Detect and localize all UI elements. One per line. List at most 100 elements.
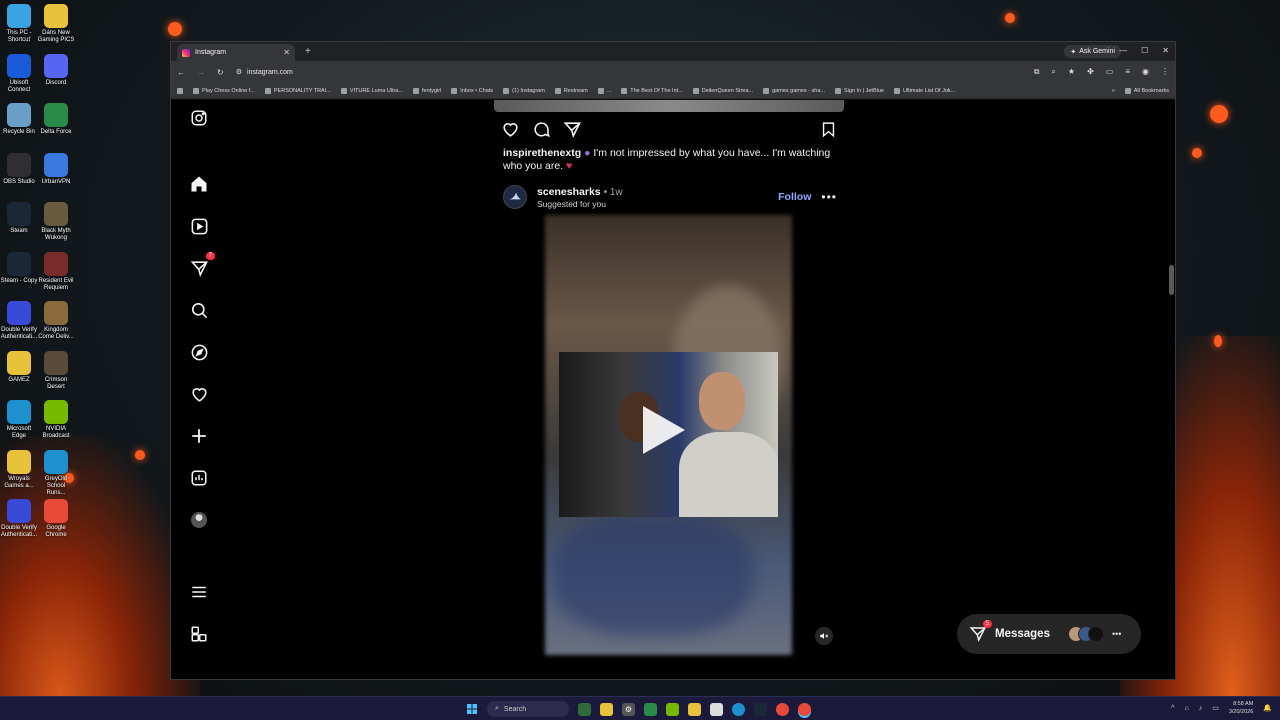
- desktop-icon[interactable]: Wroyals Games a...: [0, 449, 38, 490]
- bookmark-item[interactable]: games games - sha...: [763, 87, 825, 94]
- bookmark-item[interactable]: Restream: [554, 87, 588, 94]
- battery-icon[interactable]: ▭: [1212, 704, 1219, 712]
- direct-messages-icon[interactable]: 7: [189, 252, 215, 278]
- desktop-icon[interactable]: Kingdom Come Deliv...: [37, 301, 75, 341]
- bookmark-item[interactable]: Ultimate List Of Jok...: [893, 87, 955, 94]
- hamburger-menu-icon[interactable]: [189, 582, 209, 602]
- game-icon[interactable]: [644, 702, 657, 716]
- share-icon[interactable]: [563, 120, 582, 144]
- heart-icon[interactable]: [189, 384, 209, 404]
- windows-start-icon[interactable]: [465, 703, 478, 716]
- bookmark-item[interactable]: Play Chess Online f...: [193, 87, 255, 94]
- desktop-icon[interactable]: Microsoft Edge: [0, 400, 38, 440]
- notification-icon[interactable]: 🔔: [1263, 704, 1272, 712]
- bookmark-item[interactable]: Sign In | JetBlue: [835, 87, 884, 94]
- desktop-icon[interactable]: Black Myth Wukong: [37, 202, 75, 242]
- customize-icon[interactable]: ≡: [1125, 67, 1130, 77]
- desktop-icon[interactable]: Recycle Bin: [0, 103, 38, 136]
- desktop-icon[interactable]: GreyOld School Runs...: [37, 449, 75, 497]
- desktop-icon[interactable]: Delta Force: [37, 103, 75, 136]
- address-bar[interactable]: ⚙ instagram.com: [236, 68, 293, 77]
- bookmark-item[interactable]: VITURE Luma Ultra...: [340, 87, 403, 94]
- tab-instagram[interactable]: Instagram ✕: [177, 44, 295, 61]
- desktop-icon[interactable]: Discord: [37, 53, 75, 87]
- like-heart-icon[interactable]: [501, 120, 520, 144]
- messages-button[interactable]: 5 Messages •••: [957, 614, 1141, 654]
- scrollbar[interactable]: [1169, 265, 1174, 295]
- search-icon[interactable]: [189, 300, 209, 320]
- home-icon[interactable]: [189, 174, 209, 194]
- tab-close-icon[interactable]: ✕: [283, 48, 290, 57]
- side-panel-icon[interactable]: ▭: [1106, 67, 1114, 77]
- clock[interactable]: 8:58 AM 3/20/2026: [1229, 700, 1253, 716]
- chrome-active-icon[interactable]: [798, 702, 811, 716]
- new-tab-button[interactable]: +: [305, 46, 311, 57]
- volume-icon[interactable]: ♪: [1199, 705, 1203, 712]
- create-plus-icon[interactable]: [189, 426, 209, 446]
- back-icon[interactable]: ←: [177, 68, 185, 77]
- store-icon[interactable]: [710, 702, 723, 716]
- mute-icon[interactable]: [815, 627, 833, 645]
- messages-more-icon[interactable]: •••: [1112, 629, 1121, 639]
- network-icon[interactable]: ⌂: [1184, 705, 1188, 712]
- desktop-icon[interactable]: Double Verify Authenticati...: [0, 499, 38, 539]
- desktop-icon[interactable]: Dans New Gaming PICS: [37, 4, 75, 44]
- nvidia-icon[interactable]: [666, 702, 679, 716]
- forward-icon[interactable]: →: [197, 68, 205, 77]
- zoom-icon[interactable]: ⌕: [1051, 67, 1055, 77]
- explore-icon[interactable]: [189, 342, 209, 362]
- all-bookmarks-button[interactable]: All Bookmarks: [1124, 87, 1169, 94]
- desktop-icon[interactable]: Double Verify Authenticati...: [0, 301, 38, 341]
- task-view-icon[interactable]: [600, 702, 613, 716]
- desktop-icon[interactable]: GAMEZ: [0, 350, 38, 384]
- more-apps-icon[interactable]: [189, 624, 209, 644]
- save-bookmark-icon[interactable]: [820, 121, 837, 143]
- post-author-avatar[interactable]: [503, 185, 527, 209]
- minimize-icon[interactable]: —: [1119, 46, 1127, 55]
- desktop-icon[interactable]: Steam - Copy: [0, 251, 38, 285]
- profile-icon[interactable]: ◉: [1142, 67, 1149, 77]
- taskbar-search[interactable]: ⌕ Search: [487, 701, 569, 717]
- edge-icon[interactable]: [732, 702, 745, 716]
- desktop-icon[interactable]: Google Chrome: [37, 499, 75, 539]
- bookmark-item[interactable]: The Best Of The Int...: [621, 87, 683, 94]
- comment-icon[interactable]: [532, 120, 551, 144]
- desktop-icon[interactable]: UrbanVPN: [37, 152, 75, 186]
- close-window-icon[interactable]: ✕: [1162, 46, 1169, 55]
- chrome-icon[interactable]: [776, 702, 789, 716]
- desktop-icon[interactable]: Resident Evil Requiem: [37, 251, 75, 292]
- bookmark-item[interactable]: (1) Instagram: [503, 87, 545, 94]
- insights-icon[interactable]: [189, 468, 209, 488]
- bookmark-item[interactable]: Inbox • Chats: [451, 87, 493, 94]
- follow-button[interactable]: Follow: [778, 191, 811, 203]
- desktop-icon[interactable]: NVIDIA Broadcast: [37, 400, 75, 440]
- instagram-logo-icon[interactable]: [189, 108, 209, 128]
- widgets-icon[interactable]: [578, 702, 591, 716]
- ask-gemini-button[interactable]: ✦ Ask Gemini: [1064, 45, 1121, 58]
- desktop-icon[interactable]: This PC - Shortcut: [0, 4, 38, 44]
- bookmark-item[interactable]: fentygirl: [413, 87, 441, 94]
- site-info-icon[interactable]: ⚙: [236, 68, 242, 76]
- bookmark-item[interactable]: DeilenQueen Strea...: [692, 87, 753, 94]
- bookmark-star-icon[interactable]: ★: [1068, 67, 1075, 77]
- post-video[interactable]: [493, 215, 845, 655]
- caption-username[interactable]: inspirethenextg: [503, 147, 581, 159]
- menu-dots-icon[interactable]: ⋮: [1161, 67, 1169, 77]
- desktop-icon[interactable]: Crimson Desert: [37, 350, 75, 391]
- bookmark-item[interactable]: ...: [597, 87, 611, 94]
- reload-icon[interactable]: ↻: [217, 68, 224, 77]
- maximize-icon[interactable]: ☐: [1141, 46, 1148, 55]
- profile-avatar[interactable]: [189, 510, 209, 530]
- steam-icon[interactable]: [754, 702, 767, 716]
- tray-overflow-icon[interactable]: ^: [1171, 705, 1174, 712]
- post-username[interactable]: scenesharks: [537, 186, 601, 198]
- reels-icon[interactable]: [189, 216, 209, 236]
- more-options-icon[interactable]: •••: [821, 190, 837, 204]
- extensions-icon[interactable]: ✤: [1087, 67, 1094, 77]
- desktop-icon[interactable]: Ubisoft Connect: [0, 53, 38, 94]
- file-explorer-icon[interactable]: [688, 702, 701, 716]
- bookmark-item[interactable]: PERSONALITY TRAI...: [264, 87, 331, 94]
- install-app-icon[interactable]: ⧉: [1034, 67, 1040, 77]
- desktop-icon[interactable]: Steam: [0, 202, 38, 235]
- apps-icon[interactable]: [177, 87, 183, 94]
